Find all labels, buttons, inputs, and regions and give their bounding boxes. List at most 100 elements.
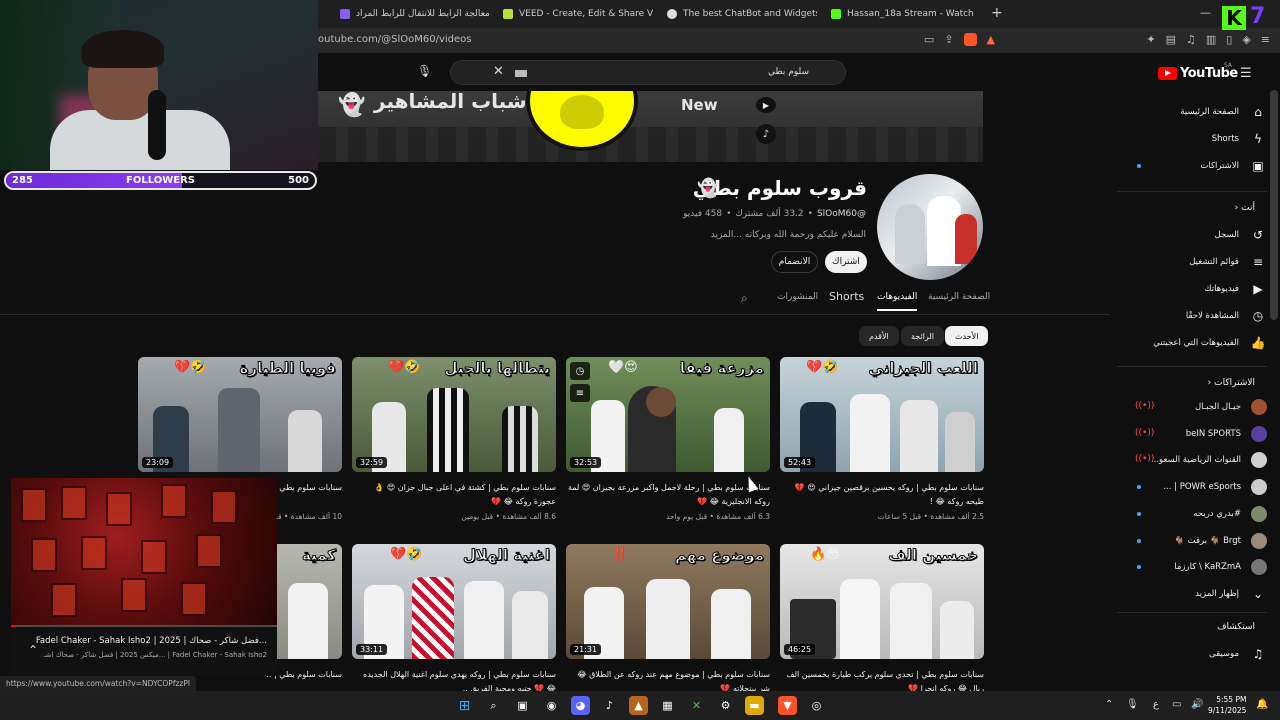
browser-tab-1[interactable]: معالجة الرابط للانتقال للرابط المراد — [340, 3, 490, 25]
tray-mic-icon[interactable]: 🎙 — [1126, 699, 1139, 710]
tray-overflow-icon[interactable]: ⌃ — [1105, 699, 1113, 710]
volume-icon[interactable]: 🔊 — [1191, 699, 1203, 710]
brave-shield-icon[interactable] — [963, 33, 977, 46]
video-card[interactable]: مزرعة فيفا 🤍😍 ◷ ≡ 32:53 سنابات سلوم بطي … — [566, 357, 770, 521]
store-icon[interactable]: ▦ — [658, 696, 677, 715]
sidebar-item-music[interactable]: موسيقى ♫ — [1117, 642, 1267, 666]
tab-home[interactable]: الصفحة الرئيسية — [928, 292, 990, 302]
video-thumbnail[interactable]: يتطالها بالجبل 💔🤣 32:59 — [352, 357, 556, 472]
miniplayer-progress[interactable] — [11, 625, 277, 627]
windows-start-icon[interactable]: ⊞ — [455, 696, 474, 715]
sidebar-heading-you[interactable]: أنت ‹ — [1235, 203, 1255, 213]
watch-later-icon[interactable]: ◷ — [570, 362, 590, 380]
menu-icon[interactable]: ≡ — [1261, 33, 1270, 46]
sidebar-item-playlists[interactable]: قوائم التشغيل ≡ — [1117, 250, 1267, 274]
sidebar-toggle-icon[interactable]: ▥ — [1206, 33, 1216, 46]
discord-icon[interactable]: ◕ — [571, 696, 590, 715]
voice-search-icon[interactable]: 🎙 — [417, 64, 432, 78]
vpn-icon[interactable]: ◈ — [1242, 33, 1250, 46]
xbox-icon[interactable]: ✕ — [687, 696, 706, 715]
wallet-icon[interactable]: ▤ — [1166, 33, 1176, 46]
task-view-icon[interactable]: ▣ — [513, 696, 532, 715]
video-thumbnail[interactable]: اللعب الجيزاني 💔🤣 52:43 — [780, 357, 984, 472]
sidebar-item-watch-later[interactable]: المشاهدة لاحقًا ◷ — [1117, 304, 1267, 328]
sidebar-show-more[interactable]: إظهار المزيد ⌄ — [1117, 582, 1267, 606]
banner-tiktok-icon[interactable]: ♪ — [756, 124, 776, 144]
video-card[interactable]: اغنية الهلال 💔🤣 33:11 سنابات سلوم بطي | … — [352, 544, 556, 696]
video-title[interactable]: سنابات سلوم بطي | روكه يحسين برقصين جيزا… — [780, 481, 984, 509]
video-card[interactable]: خمسين الف 🔥😳 46:25 سنابات سلوم بطي | تحد… — [780, 544, 984, 696]
video-title[interactable]: سنابات سلوم بطي | رحلة لاجمل واكبر مزرعة… — [566, 481, 770, 509]
expand-chevron-icon[interactable]: ⌃ — [28, 643, 38, 657]
subscribe-button[interactable]: اشتراك — [825, 251, 867, 273]
music-control-icon[interactable]: ♫ — [1186, 33, 1196, 46]
url-field[interactable]: outube.com/@SlOoM60/videos — [318, 34, 471, 45]
sidebar-item-label: قوائم التشغيل — [1189, 257, 1239, 267]
channel-avatar[interactable] — [877, 174, 983, 280]
sidebar-item-label: الاشتراكات — [1200, 161, 1239, 171]
sidebar-heading-subscriptions[interactable]: الاشتراكات ‹ — [1208, 378, 1255, 388]
channel-search-icon[interactable]: ⌕ — [741, 291, 748, 306]
video-thumbnail[interactable]: موضوع مهم ‼️ 21:31 — [566, 544, 770, 659]
input-language[interactable]: ع — [1153, 699, 1159, 710]
video-card[interactable]: اللعب الجيزاني 💔🤣 52:43 سنابات سلوم بطي … — [780, 357, 984, 521]
new-content-dot — [1137, 164, 1141, 168]
taskbar-clock[interactable]: 5:55 PM 9/11/2025 — [1208, 694, 1246, 716]
new-tab-button[interactable]: + — [991, 5, 1003, 21]
minimize-icon[interactable]: — — [1200, 6, 1211, 19]
add-to-queue-icon[interactable]: ≡ — [570, 384, 590, 402]
clock-time: 5:55 PM — [1216, 695, 1247, 704]
chrome-icon[interactable]: ◉ — [542, 696, 561, 715]
bookmarks-icon[interactable]: ▯ — [1226, 33, 1232, 46]
filter-oldest[interactable]: الأقدم — [859, 326, 899, 346]
sidebar-item-liked[interactable]: الفيديوهات التي أعجبتني 👍 — [1117, 331, 1267, 355]
tab-shorts[interactable]: Shorts — [829, 290, 864, 303]
file-explorer-icon[interactable]: ▬ — [745, 696, 764, 715]
search-input[interactable]: ✕ سلوم بطي — [450, 60, 846, 85]
tab-videos[interactable]: الفيديوهات — [877, 292, 918, 311]
browser-tab-2[interactable]: VEED - Create, Edit & Share Videos O — [503, 3, 653, 25]
video-thumbnail[interactable]: خمسين الف 🔥😳 46:25 — [780, 544, 984, 659]
hamburger-menu-icon[interactable]: ☰ — [1240, 66, 1252, 81]
network-icon[interactable]: ▭ — [1172, 699, 1181, 710]
notifications-icon[interactable]: 🔔 — [1256, 699, 1268, 710]
browser-tab-4[interactable]: Hassan_18a Stream - Watch Live on — [831, 3, 977, 25]
thumbnail-title: موضوع مهم — [674, 546, 764, 565]
extensions-icon[interactable]: ✦ — [1146, 33, 1155, 46]
settings-icon[interactable]: ⚙ — [716, 696, 735, 715]
browser-tab-3[interactable]: The best ChatBot and Widgets for Ki — [667, 3, 817, 25]
sidebar-item-your-videos[interactable]: فيديوهاتك ▶ — [1117, 277, 1267, 301]
rewards-icon[interactable]: ▲ — [987, 33, 995, 46]
steam-icon[interactable]: ◎ — [807, 696, 826, 715]
extension-icons: ✦ ▤ ♫ ▥ ▯ ◈ ≡ — [1146, 33, 1270, 46]
search-icon[interactable]: ⌕ — [484, 696, 503, 715]
miniplayer[interactable]: Fadel Chaker - Sahak Isho2 | 2025 | فضل … — [11, 478, 277, 676]
share-icon[interactable]: ⇪ — [944, 33, 953, 46]
heading-label: أنت — [1241, 203, 1255, 213]
tab-posts[interactable]: المنشورات — [777, 292, 818, 302]
avatar-figure — [895, 204, 925, 264]
video-meta: 6.3 ألف مشاهدة • قبل يوم واحد — [665, 512, 770, 521]
live-indicator-icon: ((•)) — [1135, 454, 1155, 465]
video-card[interactable]: موضوع مهم ‼️ 21:31 سنابات سلوم بطي | موض… — [566, 544, 770, 696]
brave-icon[interactable]: ▼ — [778, 696, 797, 715]
banner-youtube-icon[interactable]: ▶ — [756, 97, 776, 113]
filter-latest[interactable]: الأحدث — [945, 326, 989, 346]
join-button[interactable]: الانضمام — [771, 251, 818, 273]
sidebar-scrollbar[interactable] — [1270, 90, 1278, 320]
video-thumbnail[interactable]: فوبيا الطيارة 💔🤣 23:09 — [138, 357, 342, 472]
clear-search-icon[interactable]: ✕ — [493, 64, 504, 79]
video-title[interactable]: سنابات سلوم بطي | كشتة في اعلى جبال جزان… — [352, 481, 556, 509]
sidebar-item-history[interactable]: السجل ↺ — [1117, 223, 1267, 247]
sidebar-item-shorts[interactable]: Shorts ϟ — [1117, 127, 1267, 151]
video-thumbnail[interactable]: مزرعة فيفا 🤍😍 ◷ ≡ 32:53 — [566, 357, 770, 472]
cast-icon[interactable]: ▭ — [924, 33, 934, 46]
tiktok-icon[interactable]: ♪ — [600, 696, 619, 715]
miniplayer-video[interactable] — [11, 478, 277, 625]
video-thumbnail[interactable]: اغنية الهلال 💔🤣 33:11 — [352, 544, 556, 659]
sidebar-item-home[interactable]: الصفحة الرئيسية ⌂ — [1117, 100, 1267, 124]
filter-popular[interactable]: الرائجة — [901, 326, 944, 346]
video-card[interactable]: يتطالها بالجبل 💔🤣 32:59 سنابات سلوم بطي … — [352, 357, 556, 521]
app-icon[interactable]: ▲ — [629, 696, 648, 715]
channel-description[interactable]: السلام عليكم ورحمة الله وبركاته ...المزي… — [711, 230, 866, 240]
